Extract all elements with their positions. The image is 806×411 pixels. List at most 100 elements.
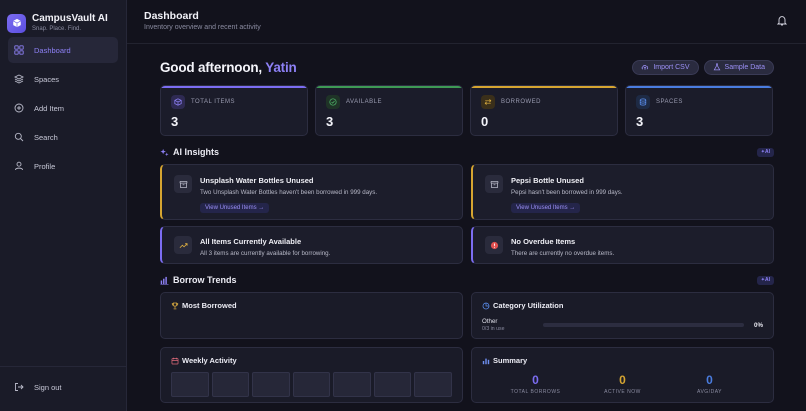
stat-card-borrowed[interactable]: BORROWED 0	[470, 85, 618, 136]
day-cell	[414, 372, 453, 397]
panel-title-text: Category Utilization	[493, 301, 564, 310]
stat-label: BORROWED	[501, 99, 541, 105]
greeting-row: Good afternoon, Yatin Import CSV Sample …	[160, 56, 774, 78]
stats-row: TOTAL ITEMS 3 AVAILABLE 3 BORROWED 0 SPA…	[160, 85, 774, 136]
summary-avg-day: 0 AVG/DAY	[670, 373, 750, 395]
trending-up-icon	[174, 236, 192, 254]
sidebar: CampusVault AI Snap. Place. Find. Dashbo…	[0, 0, 127, 411]
day-cell	[292, 372, 331, 397]
import-csv-label: Import CSV	[653, 63, 690, 71]
page-title: Dashboard	[144, 10, 199, 22]
trophy-icon	[171, 302, 179, 309]
weekly-activity-panel: Weekly Activity	[160, 347, 463, 403]
header-actions: Import CSV Sample Data	[632, 59, 774, 75]
main-area: Dashboard Inventory overview and recent …	[127, 0, 806, 411]
ai-insights-title: AI Insights	[160, 147, 219, 157]
sidebar-item-add-item[interactable]: Add Item	[8, 95, 118, 121]
summary-total-borrows: 0 TOTAL BORROWS	[496, 373, 576, 395]
summary-label: TOTAL BORROWS	[510, 389, 561, 395]
database-icon	[636, 95, 650, 109]
view-unused-items-link[interactable]: View Unused Items →	[200, 203, 270, 213]
stat-card-total-items[interactable]: TOTAL ITEMS 3	[160, 85, 308, 136]
category-usage: 0/3 in use	[482, 326, 505, 332]
brand[interactable]: CampusVault AI Snap. Place. Find.	[0, 0, 126, 36]
ai-badge: ✦ AI	[756, 147, 774, 157]
bar-chart-icon	[482, 358, 490, 364]
grid-icon	[14, 45, 24, 55]
sidebar-item-spaces[interactable]: Spaces	[8, 66, 118, 92]
panel-title-text: Summary	[493, 356, 528, 365]
insight-card[interactable]: Pepsi Bottle Unused Pepsi hasn't been bo…	[471, 164, 774, 220]
sidebar-item-search[interactable]: Search	[8, 124, 118, 150]
insight-title: Pepsi Bottle Unused	[511, 176, 584, 185]
panel-title-text: Weekly Activity	[182, 356, 237, 365]
sidebar-item-label: Profile	[34, 161, 56, 171]
stat-card-spaces[interactable]: SPACES 3	[625, 85, 773, 136]
summary-stats: 0 TOTAL BORROWS 0 ACTIVE NOW 0 AVG/DAY	[482, 373, 763, 395]
day-cell	[252, 372, 290, 397]
stat-value: 0	[481, 114, 489, 129]
section-title-text: AI Insights	[173, 147, 220, 157]
stat-value: 3	[326, 114, 334, 129]
swap-icon	[481, 95, 495, 109]
weekly-activity-grid	[171, 372, 453, 397]
import-csv-button[interactable]: Import CSV	[632, 59, 699, 75]
dashboard-content: Good afternoon, Yatin Import CSV Sample …	[160, 56, 774, 403]
user-name: Yatin	[265, 59, 297, 75]
insight-title: Unsplash Water Bottles Unused	[200, 176, 314, 185]
sample-data-button[interactable]: Sample Data	[703, 59, 774, 75]
sidebar-item-label: Spaces	[34, 74, 60, 84]
bell-icon[interactable]	[777, 15, 787, 26]
pie-chart-icon	[482, 302, 490, 309]
stat-value: 3	[171, 114, 179, 129]
sidebar-item-profile[interactable]: Profile	[8, 153, 118, 179]
ai-insights-header: AI Insights ✦ AI	[160, 146, 774, 158]
borrow-trends-title: Borrow Trends	[160, 275, 237, 285]
sidebar-item-label: Dashboard	[34, 45, 71, 55]
top-bar: Dashboard Inventory overview and recent …	[127, 0, 806, 44]
day-cell	[171, 372, 209, 397]
summary-value: 0	[619, 373, 626, 387]
summary-active-now: 0 ACTIVE NOW	[583, 373, 663, 395]
stat-value: 3	[636, 114, 644, 129]
summary-value: 0	[532, 373, 539, 387]
greeting-prefix: Good afternoon,	[160, 59, 266, 75]
insight-title: All Items Currently Available	[200, 237, 302, 246]
summary-label: AVG/DAY	[697, 389, 722, 395]
insight-card[interactable]: Unsplash Water Bottles Unused Two Unspla…	[160, 164, 463, 220]
sparkles-icon	[160, 148, 169, 156]
sidebar-nav: Dashboard Spaces Add Item Search Profile	[0, 37, 126, 179]
category-utilization-panel: Category Utilization Other 0/3 in use 0%	[471, 292, 774, 339]
cloud-upload-icon	[642, 65, 649, 70]
insight-description: All 3 items are currently available for …	[200, 250, 331, 257]
sign-out-label: Sign out	[34, 382, 62, 392]
day-cell	[211, 372, 250, 397]
bar-chart-icon	[160, 276, 169, 285]
user-icon	[15, 161, 23, 171]
search-icon	[14, 132, 24, 142]
insight-card[interactable]: All Items Currently Available All 3 item…	[160, 226, 463, 264]
sidebar-item-dashboard[interactable]: Dashboard	[8, 37, 118, 63]
plus-circle-icon	[14, 103, 24, 113]
category-progress-bar	[542, 323, 745, 327]
layers-icon	[14, 74, 24, 84]
view-unused-items-link[interactable]: View Unused Items →	[511, 203, 581, 213]
alert-circle-icon	[485, 236, 503, 254]
insight-card[interactable]: No Overdue Items There are currently no …	[471, 226, 774, 264]
panel-title-text: Most Borrowed	[182, 301, 237, 310]
insight-title: No Overdue Items	[511, 237, 576, 246]
borrow-trends-grid: Most Borrowed Category Utilization Other…	[160, 292, 774, 403]
borrow-trends-header: Borrow Trends ✦ AI	[160, 274, 774, 286]
brand-subtitle: Snap. Place. Find.	[32, 25, 82, 32]
stat-label: SPACES	[656, 99, 683, 105]
insight-description: Two Unsplash Water Bottles haven't been …	[200, 189, 378, 196]
sidebar-item-label: Search	[34, 132, 58, 142]
category-percent: 0%	[754, 321, 763, 329]
stat-card-available[interactable]: AVAILABLE 3	[315, 85, 463, 136]
greeting: Good afternoon, Yatin	[160, 60, 297, 75]
ai-insights-grid: Unsplash Water Bottles Unused Two Unspla…	[160, 164, 774, 264]
sign-out-button[interactable]: Sign out	[8, 375, 118, 399]
calendar-icon	[171, 357, 179, 364]
sidebar-divider	[0, 366, 126, 367]
stat-label: AVAILABLE	[346, 99, 382, 105]
